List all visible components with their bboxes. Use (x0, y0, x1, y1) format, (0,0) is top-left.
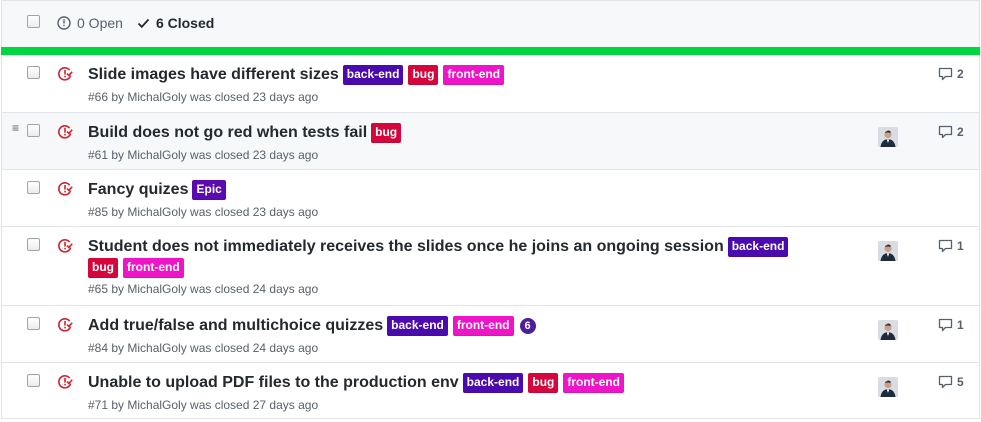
label-bug[interactable]: bug (371, 123, 402, 143)
assignee-avatar[interactable] (878, 377, 898, 397)
issue-list-page: 0 Open 6 Closed Slide images have differ… (0, 0, 981, 422)
issue-title-link[interactable]: Student does not immediately receives th… (88, 236, 724, 258)
issue-title-line: Slide images have different sizes back-en… (88, 64, 808, 86)
comment-count: 1 (957, 318, 964, 332)
label-back-end[interactable]: back-end (387, 316, 448, 336)
select-all-checkbox[interactable] (27, 15, 40, 28)
drag-handle-icon[interactable]: ≡ (12, 122, 19, 134)
issue-closed-icon (58, 125, 73, 139)
comment-icon (938, 67, 953, 81)
closed-issues-label: 6 Closed (155, 15, 215, 31)
issue-row[interactable]: Slide images have different sizes back-en… (2, 55, 979, 112)
label-bug[interactable]: bug (528, 373, 559, 393)
issue-state-filters: 0 Open 6 Closed (57, 15, 228, 31)
comment-count: 2 (957, 67, 964, 81)
label-back-end[interactable]: back-end (727, 237, 789, 257)
issue-row[interactable]: Fancy quizes Epic #85 by MichalGoly was cl… (2, 169, 979, 226)
comment-icon (938, 375, 953, 389)
label-bug[interactable]: bug (88, 258, 118, 278)
issue-title-line: Build does not go red when tests fail bug (88, 122, 808, 144)
issue-row[interactable]: Add true/false and multichoice quizzes ba… (2, 305, 979, 362)
comment-icon (938, 318, 953, 332)
issue-meta: #61 by MichalGoly was closed 23 days ago (88, 148, 319, 162)
issue-title-line: Add true/false and multichoice quizzes ba… (88, 315, 808, 337)
label-front-end[interactable]: front-end (563, 373, 625, 393)
issue-row[interactable]: Student does not immediately receives th… (2, 226, 979, 305)
issues-list-header: 0 Open 6 Closed (1, 0, 980, 47)
issues-progress-bar (1, 47, 980, 55)
open-issues-tab[interactable]: 0 Open (57, 15, 123, 31)
issue-meta: #84 by MichalGoly was closed 24 days ago (88, 341, 319, 355)
issue-title-link[interactable]: Unable to upload PDF files to the produc… (88, 372, 459, 394)
issue-title-line: Unable to upload PDF files to the produc… (88, 372, 808, 394)
label-back-end[interactable]: back-end (342, 65, 404, 85)
comments-link[interactable]: 2 (938, 125, 964, 139)
avatar-image-icon (878, 377, 898, 397)
label-front-end[interactable]: front-end (123, 258, 184, 278)
task-count-badge[interactable]: 6 (519, 318, 536, 334)
comment-count: 5 (957, 375, 964, 389)
issue-checkbox[interactable] (27, 238, 40, 251)
comments-link[interactable]: 1 (938, 239, 964, 253)
avatar-image-icon (878, 241, 898, 261)
issue-row[interactable]: ≡ Build does not go red when tests fail bu… (2, 112, 979, 169)
label-back-end[interactable]: back-end (462, 373, 524, 393)
label-bug[interactable]: bug (408, 65, 439, 85)
issue-meta: #65 by MichalGoly was closed 24 days ago (88, 282, 319, 296)
issue-checkbox[interactable] (27, 66, 40, 79)
issue-closed-icon (58, 239, 73, 253)
label-front-end[interactable]: front-end (452, 316, 514, 336)
issue-content: Build does not go red when tests fail bug… (88, 122, 808, 163)
issue-title-link[interactable]: Add true/false and multichoice quizzes (88, 315, 383, 337)
avatar-image-icon (878, 127, 898, 147)
issue-checkbox[interactable] (27, 317, 40, 330)
open-issues-label: 0 Open (77, 15, 123, 31)
comments-link[interactable]: 5 (938, 375, 964, 389)
issue-meta: #85 by MichalGoly was closed 23 days ago (88, 205, 319, 219)
issue-checkbox[interactable] (27, 124, 40, 137)
issue-list: Slide images have different sizes back-en… (1, 55, 980, 419)
issue-closed-icon (58, 375, 73, 389)
issue-title-line: Student does not immediately receives th… (88, 236, 808, 278)
issue-checkbox[interactable] (27, 181, 40, 194)
issue-content: Unable to upload PDF files to the produc… (88, 372, 808, 413)
issue-content: Student does not immediately receives th… (88, 236, 808, 297)
closed-issues-tab[interactable]: 6 Closed (137, 15, 214, 31)
comments-link[interactable]: 1 (938, 318, 964, 332)
issue-closed-icon (58, 182, 73, 196)
issue-opened-icon (57, 16, 71, 30)
issue-row[interactable]: Unable to upload PDF files to the produc… (2, 362, 979, 418)
issue-title-link[interactable]: Fancy quizes (88, 179, 188, 201)
issue-meta: #71 by MichalGoly was closed 27 days ago (88, 398, 319, 412)
assignee-avatar[interactable] (878, 127, 898, 147)
issue-content: Slide images have different sizes back-en… (88, 64, 808, 105)
issue-content: Fancy quizes Epic #85 by MichalGoly was cl… (88, 179, 808, 220)
comment-icon (938, 125, 953, 139)
comments-link[interactable]: 2 (938, 67, 964, 81)
issue-closed-icon (58, 318, 73, 332)
check-icon (137, 18, 150, 29)
comment-count: 2 (957, 125, 964, 139)
label-front-end[interactable]: front-end (443, 65, 505, 85)
assignee-avatar[interactable] (878, 241, 898, 261)
label-epic[interactable]: Epic (192, 180, 226, 200)
issue-checkbox[interactable] (27, 374, 40, 387)
comment-count: 1 (957, 239, 964, 253)
issue-closed-icon (58, 67, 73, 81)
assignee-avatar[interactable] (878, 320, 898, 340)
comment-icon (938, 239, 953, 253)
issue-title-link[interactable]: Build does not go red when tests fail (88, 122, 367, 144)
issue-meta: #66 by MichalGoly was closed 23 days ago (88, 90, 319, 104)
issue-content: Add true/false and multichoice quizzes ba… (88, 315, 808, 356)
issue-title-line: Fancy quizes Epic (88, 179, 808, 201)
avatar-image-icon (878, 320, 898, 340)
issue-title-link[interactable]: Slide images have different sizes (88, 64, 339, 86)
